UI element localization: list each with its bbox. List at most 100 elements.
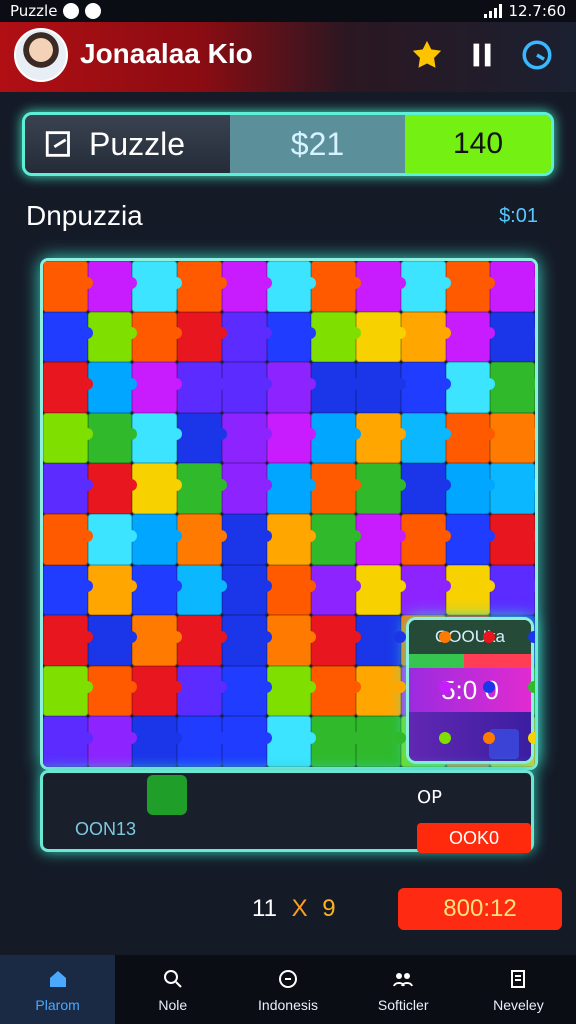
puzzle-piece[interactable] <box>87 261 138 312</box>
puzzle-piece[interactable] <box>400 513 451 565</box>
puzzle-piece[interactable] <box>400 564 451 616</box>
puzzle-piece[interactable] <box>132 564 182 616</box>
puzzle-piece[interactable] <box>87 412 138 464</box>
puzzle-piece[interactable] <box>311 412 361 464</box>
puzzle-piece[interactable] <box>311 311 361 363</box>
puzzle-piece[interactable] <box>43 311 93 363</box>
puzzle-piece[interactable] <box>87 311 138 363</box>
puzzle-piece[interactable] <box>87 665 138 717</box>
puzzle-piece[interactable] <box>221 362 272 413</box>
star-icon[interactable] <box>410 38 444 72</box>
puzzle-piece[interactable] <box>311 362 361 413</box>
avatar[interactable] <box>14 28 68 82</box>
puzzle-piece[interactable] <box>400 261 451 312</box>
puzzle-piece[interactable] <box>132 463 182 514</box>
puzzle-piece[interactable] <box>266 261 317 312</box>
puzzle-piece[interactable] <box>356 564 406 616</box>
puzzle-piece[interactable] <box>43 412 93 464</box>
puzzle-piece[interactable] <box>356 716 406 767</box>
puzzle-piece[interactable] <box>400 362 451 413</box>
puzzle-piece[interactable] <box>87 463 138 514</box>
puzzle-piece[interactable] <box>221 412 272 464</box>
puzzle-piece[interactable] <box>445 261 495 312</box>
puzzle-piece[interactable] <box>221 513 272 565</box>
puzzle-piece[interactable] <box>87 615 138 666</box>
puzzle-piece[interactable] <box>311 665 361 717</box>
puzzle-piece[interactable] <box>43 261 93 312</box>
tray-piece[interactable] <box>147 775 187 815</box>
puzzle-piece[interactable] <box>445 311 495 363</box>
puzzle-piece[interactable] <box>221 665 272 717</box>
puzzle-piece[interactable] <box>400 412 451 464</box>
puzzle-piece[interactable] <box>490 412 535 464</box>
puzzle-piece[interactable] <box>87 513 138 565</box>
puzzle-piece[interactable] <box>177 716 227 767</box>
puzzle-piece[interactable] <box>43 716 93 767</box>
puzzle-piece[interactable] <box>43 463 93 514</box>
puzzle-piece[interactable] <box>311 615 361 666</box>
puzzle-piece[interactable] <box>266 311 317 363</box>
puzzle-piece[interactable] <box>177 362 227 413</box>
puzzle-piece[interactable] <box>132 261 182 312</box>
puzzle-piece[interactable] <box>221 463 272 514</box>
puzzle-piece[interactable] <box>311 463 361 514</box>
puzzle-piece[interactable] <box>221 564 272 616</box>
puzzle-piece[interactable] <box>177 564 227 616</box>
puzzle-piece[interactable] <box>356 311 406 363</box>
puzzle-piece[interactable] <box>400 463 451 514</box>
puzzle-piece[interactable] <box>132 716 182 767</box>
puzzle-piece[interactable] <box>132 311 182 363</box>
puzzle-piece[interactable] <box>356 513 406 565</box>
puzzle-piece[interactable] <box>132 615 182 666</box>
nav-item-settings[interactable]: Neveley <box>461 955 576 1024</box>
puzzle-piece[interactable] <box>266 716 317 767</box>
puzzle-piece[interactable] <box>43 362 93 413</box>
tray-button[interactable]: OOK0 <box>417 823 531 853</box>
puzzle-piece[interactable] <box>43 513 93 565</box>
puzzle-piece[interactable] <box>445 412 495 464</box>
rank-icon[interactable] <box>465 38 499 72</box>
puzzle-piece[interactable] <box>177 665 227 717</box>
puzzle-piece[interactable] <box>43 564 93 616</box>
puzzle-piece[interactable] <box>87 716 138 767</box>
puzzle-piece[interactable] <box>356 615 406 666</box>
puzzle-piece[interactable] <box>311 716 361 767</box>
puzzle-piece[interactable] <box>177 311 227 363</box>
puzzle-piece[interactable] <box>490 311 535 363</box>
puzzle-piece[interactable] <box>490 564 535 616</box>
puzzle-piece[interactable] <box>221 615 272 666</box>
puzzle-piece[interactable] <box>445 513 495 565</box>
puzzle-piece[interactable] <box>311 513 361 565</box>
puzzle-piece[interactable] <box>490 513 535 565</box>
puzzle-piece[interactable] <box>400 311 451 363</box>
nav-item-center[interactable]: Indonesis <box>230 955 345 1024</box>
puzzle-piece[interactable] <box>266 463 317 514</box>
piece-tray[interactable]: OON13 OP OOK0 <box>40 770 534 853</box>
puzzle-piece[interactable] <box>356 412 406 464</box>
puzzle-piece[interactable] <box>87 564 138 616</box>
puzzle-piece[interactable] <box>490 463 535 514</box>
puzzle-piece[interactable] <box>132 362 182 413</box>
puzzle-piece[interactable] <box>356 463 406 514</box>
puzzle-piece[interactable] <box>490 362 535 413</box>
puzzle-piece[interactable] <box>266 362 317 413</box>
puzzle-piece[interactable] <box>221 261 272 312</box>
puzzle-piece[interactable] <box>356 665 406 717</box>
puzzle-piece[interactable] <box>445 362 495 413</box>
puzzle-piece[interactable] <box>177 261 227 312</box>
puzzle-piece[interactable] <box>87 362 138 413</box>
puzzle-piece[interactable] <box>266 615 317 666</box>
puzzle-piece[interactable] <box>356 261 406 312</box>
nav-item-social[interactable]: Softicler <box>346 955 461 1024</box>
puzzle-piece[interactable] <box>221 311 272 363</box>
puzzle-piece[interactable] <box>266 513 317 565</box>
puzzle-piece[interactable] <box>132 513 182 565</box>
timer-icon[interactable] <box>520 38 554 72</box>
puzzle-piece[interactable] <box>177 412 227 464</box>
puzzle-piece[interactable] <box>490 261 535 312</box>
puzzle-piece[interactable] <box>177 463 227 514</box>
puzzle-piece[interactable] <box>311 564 361 616</box>
nav-item-home[interactable]: Plarom <box>0 955 116 1024</box>
puzzle-piece[interactable] <box>266 665 317 717</box>
puzzle-piece[interactable] <box>356 362 406 413</box>
